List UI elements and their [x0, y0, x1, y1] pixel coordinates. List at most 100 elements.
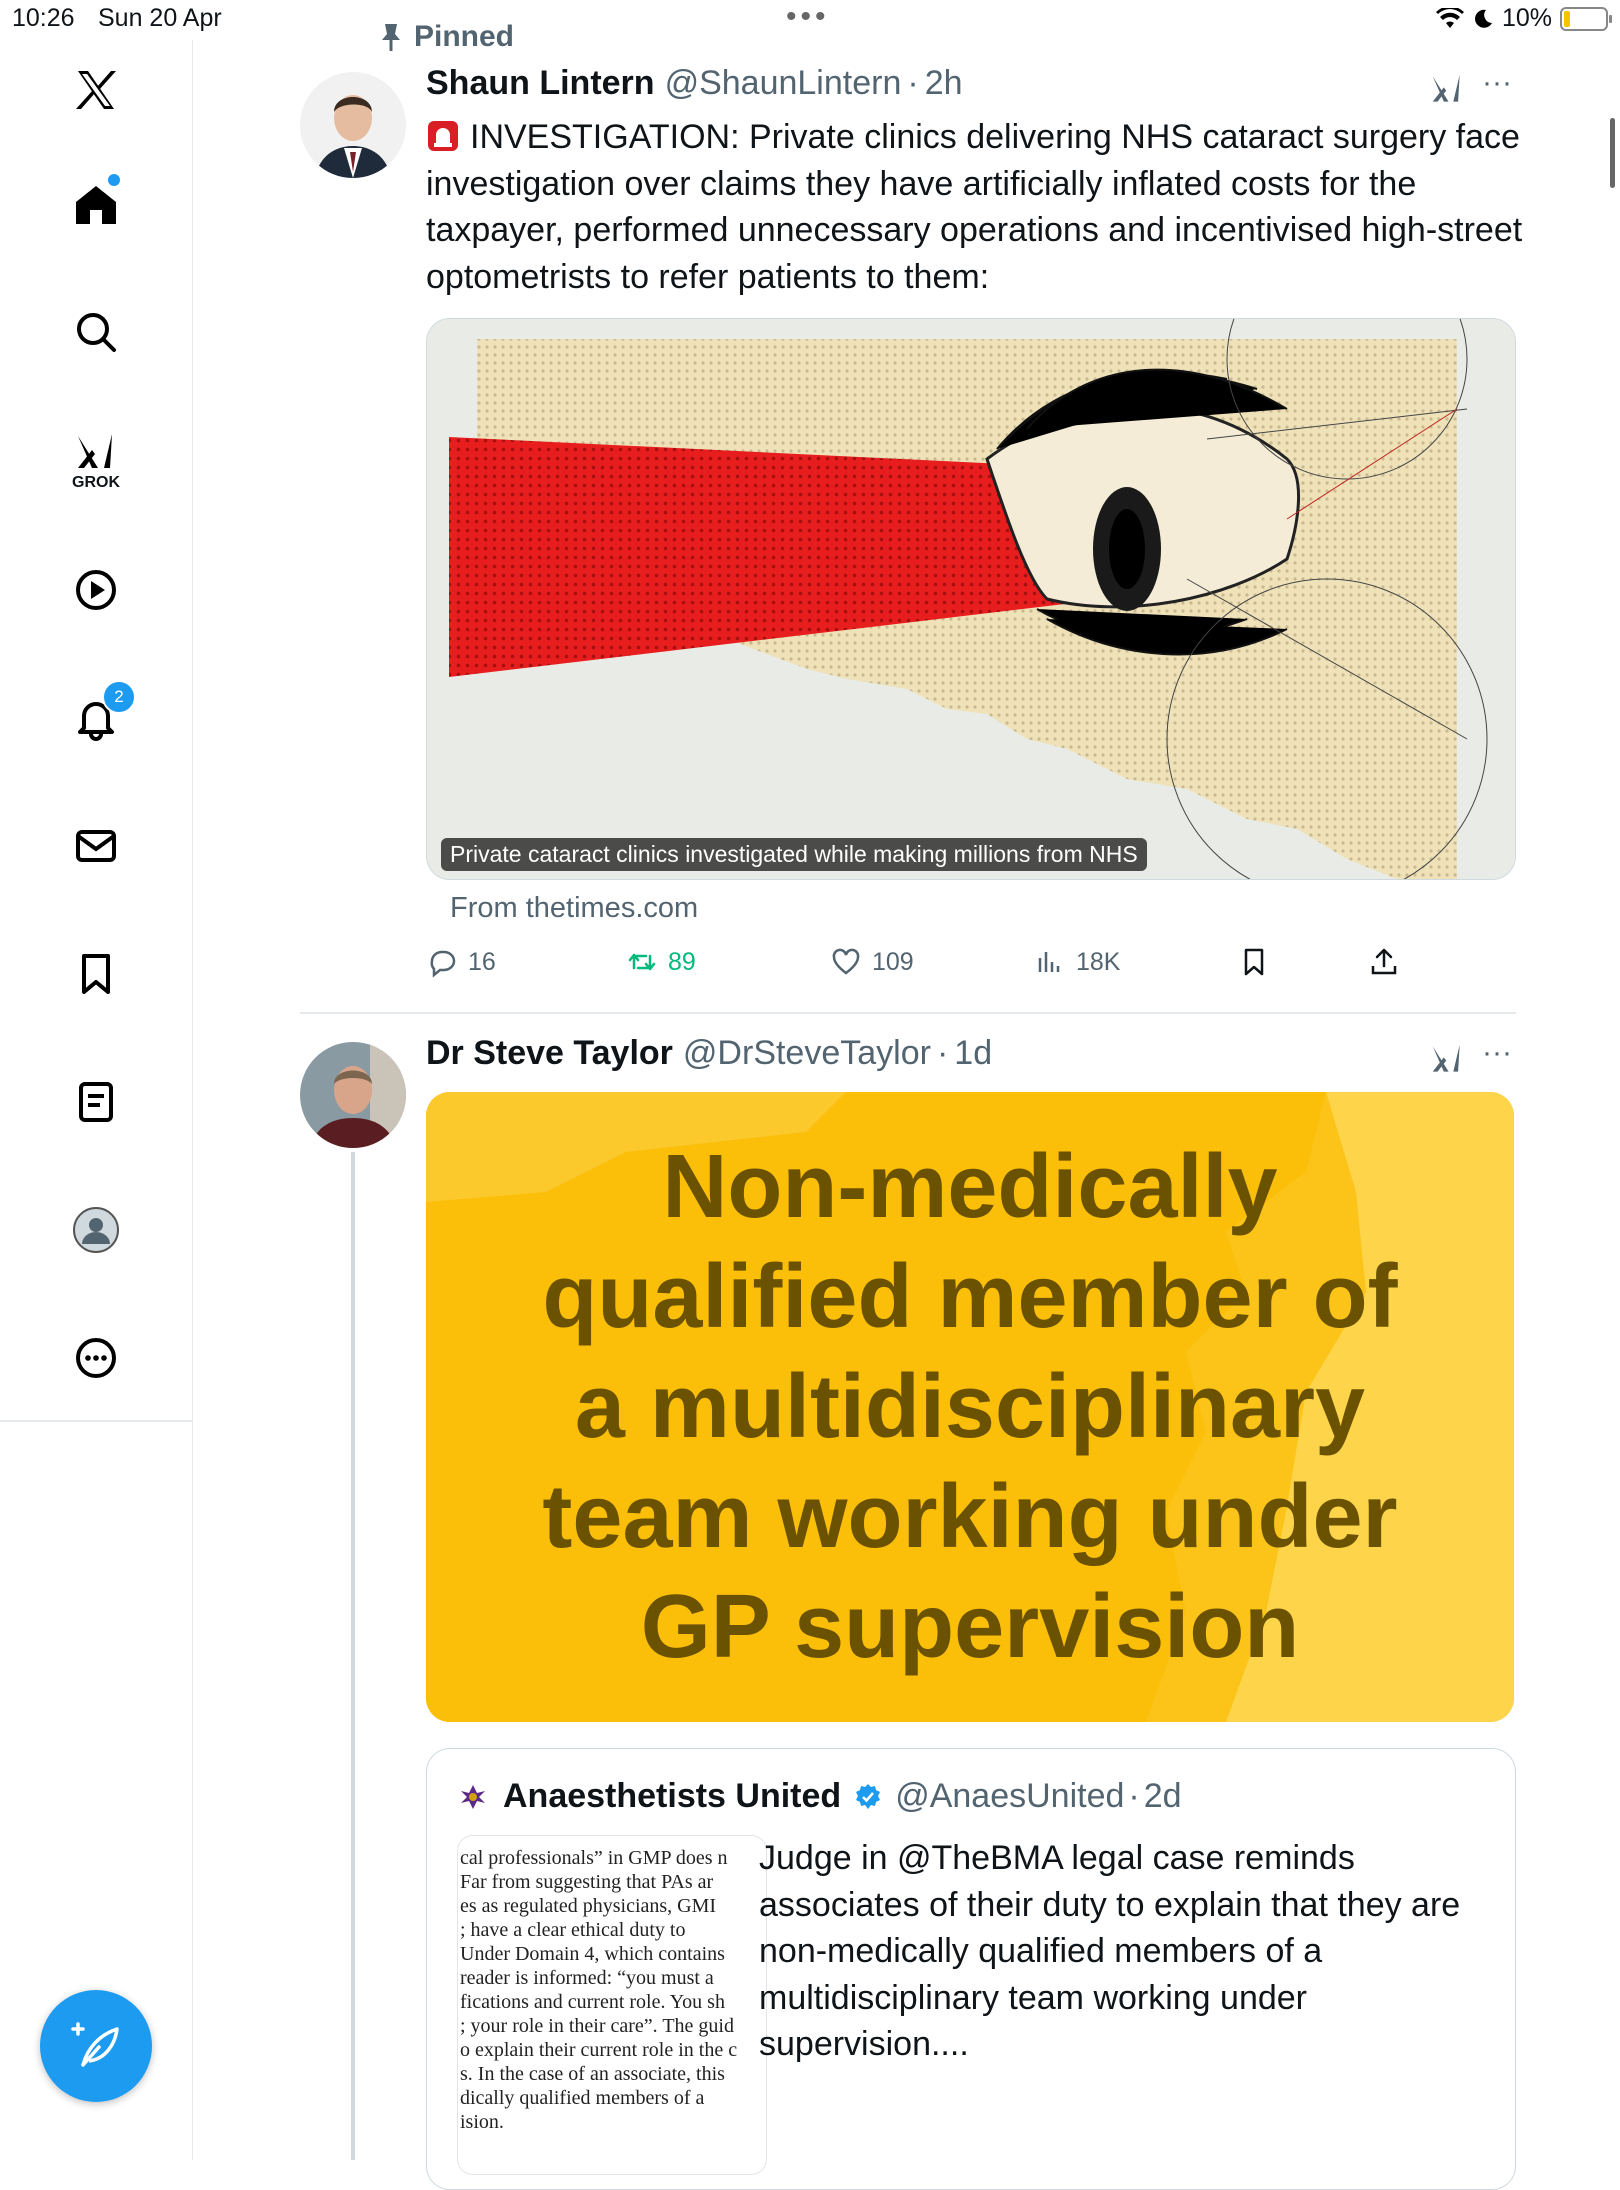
- tweet-header: Dr Steve Taylor @DrSteveTaylor · 1d: [426, 1034, 992, 1073]
- grok-explain-icon[interactable]: [1428, 1040, 1466, 1083]
- tweet-image[interactable]: Non-medically qualified member of a mult…: [426, 1092, 1514, 1722]
- lists-icon[interactable]: [60, 1066, 132, 1138]
- image-text-line: team working under: [542, 1467, 1398, 1567]
- repost-count: 89: [668, 947, 696, 976]
- card-source[interactable]: From thetimes.com: [450, 892, 698, 925]
- image-text-line: qualified member of: [542, 1247, 1398, 1347]
- like-button[interactable]: 109: [830, 946, 914, 978]
- bookmark-icon: [1244, 948, 1264, 976]
- grok-explain-icon[interactable]: [1428, 70, 1466, 113]
- quote-header: Anaesthetists United @AnaesUnited · 2d: [455, 1777, 1182, 1816]
- battery-percent: 10%: [1501, 4, 1552, 32]
- search-icon[interactable]: [60, 296, 132, 368]
- document-line: reader is informed: “you must a: [460, 1967, 714, 1989]
- bookmark-button[interactable]: [1238, 946, 1270, 978]
- header-dot: ·: [936, 1034, 949, 1072]
- document-line: es as regulated physicians, GMI: [460, 1895, 717, 1917]
- moon-icon: [1475, 9, 1492, 28]
- header-dot: ·: [907, 64, 919, 102]
- image-text-line: GP supervision: [640, 1577, 1300, 1677]
- share-icon: [1371, 948, 1397, 975]
- views-count: 18K: [1076, 947, 1121, 976]
- profile-icon[interactable]: [60, 1194, 132, 1266]
- sidebar: GROK 2: [0, 40, 193, 2160]
- home-unread-dot: [108, 174, 120, 186]
- heart-icon: [832, 948, 860, 975]
- document-text: cal professionals” in GMP does n Far fro…: [460, 1846, 766, 2134]
- tweet-time[interactable]: 1d: [954, 1034, 992, 1073]
- tweet-header: Shaun Lintern @ShaunLintern · 2h: [426, 64, 963, 103]
- quote-dot: ·: [1128, 1777, 1140, 1815]
- more-icon[interactable]: [60, 1322, 132, 1394]
- home-icon[interactable]: [60, 168, 132, 240]
- battery-icon: [1560, 6, 1612, 31]
- quote-time[interactable]: 2d: [1144, 1777, 1182, 1816]
- document-line: o explain their current role in the c: [460, 2039, 738, 2061]
- more-options-icon[interactable]: ···: [1482, 1036, 1512, 1070]
- avatar[interactable]: [300, 1042, 406, 1148]
- tweet-body: INVESTIGATION: Private clinics deliverin…: [426, 118, 1523, 296]
- siren-icon: [426, 119, 460, 153]
- x-logo-icon[interactable]: [60, 54, 132, 126]
- repost-icon: [628, 953, 656, 971]
- repost-button[interactable]: 89: [626, 946, 696, 978]
- grok-nav[interactable]: GROK: [60, 416, 132, 491]
- views-icon: [1038, 952, 1060, 972]
- avatar[interactable]: [300, 72, 406, 178]
- card-caption: Private cataract clinics investigated wh…: [441, 838, 1147, 871]
- share-button[interactable]: [1368, 946, 1400, 978]
- status-bar: 10:26 Sun 20 Apr ••• 10%: [0, 0, 1620, 40]
- sidebar-divider: [0, 1420, 192, 1422]
- reply-count: 16: [468, 947, 496, 976]
- compose-button[interactable]: [40, 1990, 152, 2102]
- image-text-line: Non-medically: [662, 1137, 1278, 1237]
- pinned-label: Pinned: [414, 20, 515, 53]
- document-line: cal professionals” in GMP does n: [460, 1847, 728, 1869]
- verified-badge-icon: [856, 1783, 881, 1809]
- pinned-indicator: Pinned: [378, 20, 514, 54]
- quote-author-handle[interactable]: @AnaesUnited: [895, 1777, 1124, 1816]
- image-text-line: a multidisciplinary: [574, 1357, 1366, 1457]
- wifi-icon: [1435, 7, 1464, 28]
- reply-button[interactable]: 16: [426, 946, 496, 978]
- status-date: Sun 20 Apr: [98, 4, 222, 32]
- author-name[interactable]: Shaun Lintern: [426, 64, 655, 103]
- reply-icon: [430, 950, 456, 978]
- document-line: ision.: [460, 2111, 504, 2133]
- multitasking-dots-icon[interactable]: •••: [786, 0, 830, 34]
- document-line: Far from suggesting that PAs ar: [460, 1871, 714, 1893]
- notifications-badge: 2: [102, 680, 136, 714]
- status-right: 10%: [1435, 4, 1612, 33]
- more-options-icon[interactable]: ···: [1482, 66, 1512, 100]
- document-line: ; have a clear ethical duty to: [460, 1919, 686, 1941]
- author-handle[interactable]: @ShaunLintern: [665, 64, 902, 103]
- quote-avatar-icon: [456, 1779, 490, 1814]
- document-line: dically qualified members of a: [460, 2087, 705, 2109]
- document-line: Under Domain 4, which contains: [460, 1943, 725, 1965]
- bookmarks-icon[interactable]: [60, 938, 132, 1010]
- scroll-indicator[interactable]: [1610, 118, 1615, 188]
- video-icon[interactable]: [60, 554, 132, 626]
- author-name[interactable]: Dr Steve Taylor: [426, 1034, 673, 1073]
- quote-author-name[interactable]: Anaesthetists United: [503, 1777, 841, 1816]
- document-line: ; your role in their care”. The guid: [460, 2015, 734, 2037]
- views-button[interactable]: 18K: [1034, 946, 1120, 978]
- tweet-divider: [300, 1012, 1516, 1014]
- notifications-icon[interactable]: 2: [60, 680, 136, 754]
- status-time: 10:26: [12, 4, 75, 32]
- quoted-tweet[interactable]: Anaesthetists United @AnaesUnited · 2d c…: [426, 1748, 1516, 2190]
- tweet-time[interactable]: 2h: [925, 64, 963, 103]
- tweet-text: INVESTIGATION: Private clinics deliverin…: [426, 114, 1526, 300]
- eye-illustration: [427, 319, 1515, 879]
- like-count: 109: [872, 947, 914, 976]
- compose-feather-icon: [71, 2022, 119, 2067]
- pin-icon: [382, 24, 400, 51]
- grok-icon: [78, 434, 112, 468]
- document-line: fications and current role. You sh: [460, 1991, 725, 2013]
- author-handle[interactable]: @DrSteveTaylor: [683, 1034, 931, 1073]
- quote-document-image[interactable]: cal professionals” in GMP does n Far fro…: [457, 1835, 767, 2175]
- messages-icon[interactable]: [60, 810, 132, 882]
- link-card[interactable]: Private cataract clinics investigated wh…: [426, 318, 1516, 880]
- thread-line: [351, 1152, 355, 2160]
- grok-label: GROK: [72, 474, 120, 491]
